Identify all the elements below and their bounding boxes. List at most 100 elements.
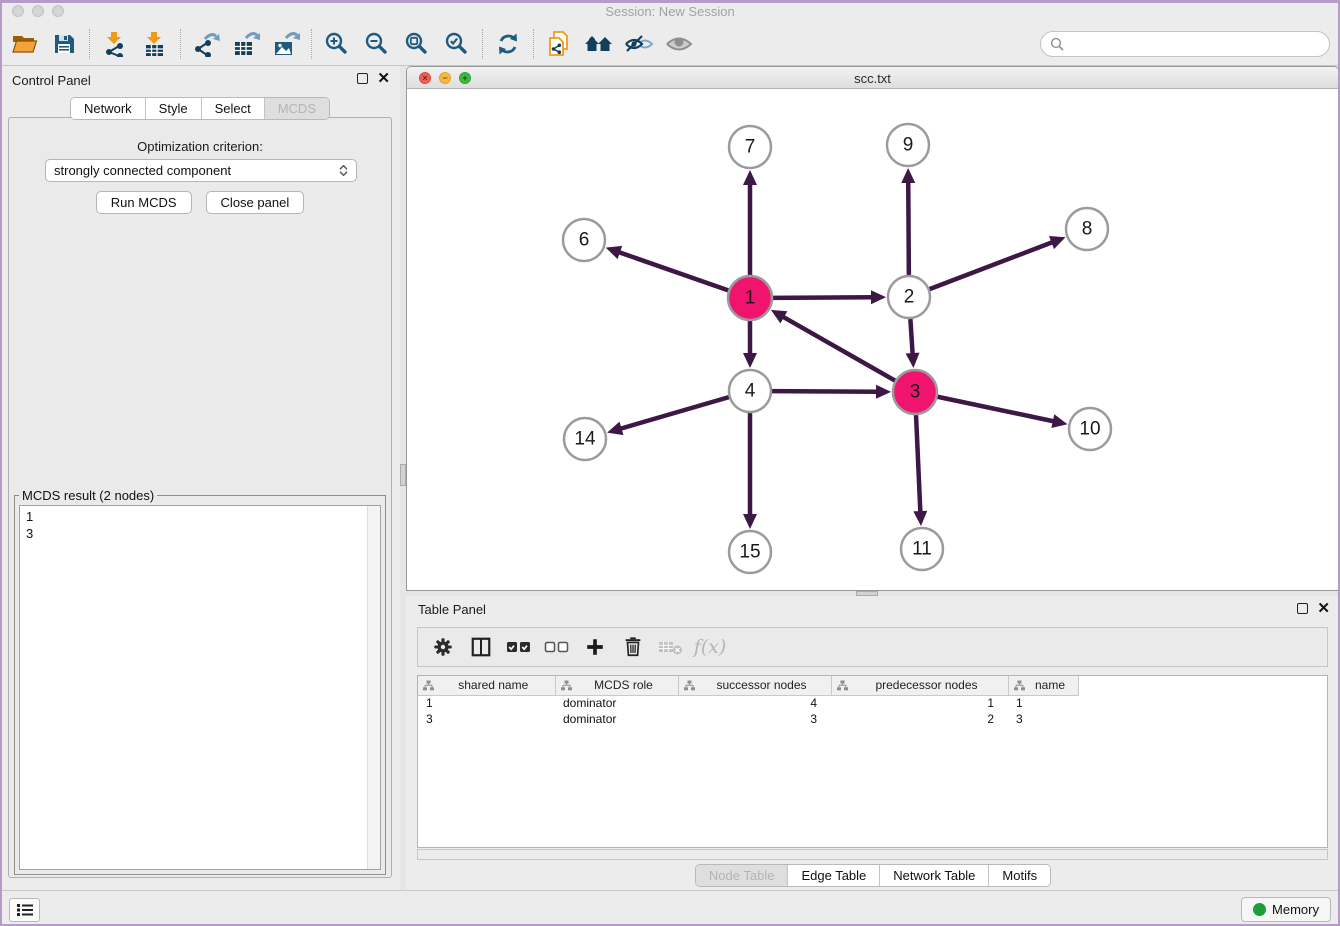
zoom-in-icon[interactable] <box>317 26 357 62</box>
tab-network[interactable]: Network <box>71 98 145 119</box>
table-row[interactable]: 1dominator411 <box>418 695 1078 711</box>
table-cell[interactable]: 1 <box>1008 695 1078 711</box>
close-window-button[interactable]: × <box>12 5 24 17</box>
task-history-button[interactable] <box>9 898 40 922</box>
column-header-name[interactable]: name <box>1008 676 1078 695</box>
table-cell[interactable]: 3 <box>418 711 555 727</box>
graph-edge-1-2[interactable] <box>773 297 874 298</box>
result-scrollbar[interactable] <box>367 506 380 869</box>
export-image-icon[interactable] <box>266 26 306 62</box>
close-panel-button[interactable]: Close panel <box>206 191 305 214</box>
graph-edge-2-9[interactable] <box>908 180 909 275</box>
search-area <box>1040 31 1330 57</box>
main-toolbar <box>0 22 1340 66</box>
table-cell[interactable]: 1 <box>418 695 555 711</box>
save-session-icon[interactable] <box>44 26 84 62</box>
function-builder-icon[interactable]: f(x) <box>692 631 726 663</box>
import-network-icon[interactable] <box>95 26 135 62</box>
open-session-icon[interactable] <box>4 26 44 62</box>
graph-edge-3-10[interactable] <box>938 397 1056 422</box>
zoom-out-icon[interactable] <box>357 26 397 62</box>
network-minimize-button[interactable]: − <box>439 72 451 84</box>
export-network-icon[interactable] <box>186 26 226 62</box>
graph-edge-4-3[interactable] <box>772 391 879 392</box>
network-close-button[interactable]: × <box>419 72 431 84</box>
tab-node-table[interactable]: Node Table <box>696 865 788 886</box>
refresh-icon[interactable] <box>488 26 528 62</box>
table-cell[interactable]: dominator <box>555 695 678 711</box>
close-panel-icon[interactable]: ✕ <box>377 73 390 84</box>
network-maximize-button[interactable]: + <box>459 72 471 84</box>
close-panel-icon[interactable]: ✕ <box>1317 603 1330 614</box>
column-header-predecessor-nodes[interactable]: predecessor nodes <box>831 676 1008 695</box>
zoom-selected-icon[interactable] <box>437 26 477 62</box>
optimization-criterion-select[interactable]: strongly connected component <box>45 159 357 182</box>
table-horizontal-scrollbar[interactable] <box>417 849 1328 860</box>
graph-edge-1-6[interactable] <box>617 252 728 291</box>
run-mcds-button[interactable]: Run MCDS <box>96 191 192 214</box>
tab-motifs[interactable]: Motifs <box>988 865 1050 886</box>
select-all-columns-icon[interactable] <box>502 631 536 663</box>
tab-style[interactable]: Style <box>145 98 201 119</box>
application-window: Session: New Session × − + <box>0 0 1340 926</box>
hide-selected-icon[interactable] <box>619 26 659 62</box>
tab-mcds[interactable]: MCDS <box>264 98 329 119</box>
column-visibility-icon[interactable] <box>464 631 498 663</box>
toolbar-separator <box>533 29 534 59</box>
memory-button[interactable]: Memory <box>1241 897 1331 922</box>
table-cell[interactable]: 3 <box>1008 711 1078 727</box>
column-header-mcds-role[interactable]: MCDS role <box>555 676 678 695</box>
mcds-result-list[interactable]: 1 3 <box>19 505 381 870</box>
first-neighbors-icon[interactable] <box>579 26 619 62</box>
zoom-fit-icon[interactable] <box>397 26 437 62</box>
table-cell[interactable]: dominator <box>555 711 678 727</box>
search-input[interactable] <box>1070 36 1320 51</box>
minimize-window-button[interactable]: − <box>32 5 44 17</box>
mcds-panel: Optimization criterion: strongly connect… <box>8 117 392 878</box>
mcds-result-values: 1 3 <box>20 506 380 544</box>
network-window-titlebar[interactable]: × − + scc.txt <box>407 67 1338 89</box>
graph-edge-arrowhead <box>743 170 757 185</box>
tab-select[interactable]: Select <box>201 98 264 119</box>
graph-edge-arrowhead <box>743 353 757 368</box>
dropdown-stepper-icon <box>339 165 348 176</box>
settings-gear-icon[interactable] <box>426 631 460 663</box>
tab-network-table[interactable]: Network Table <box>879 865 988 886</box>
column-header-shared-name[interactable]: shared name <box>418 676 555 695</box>
tab-edge-table[interactable]: Edge Table <box>787 865 879 886</box>
graph-node-label: 4 <box>745 381 756 402</box>
graph-edge-2-8[interactable] <box>930 241 1055 289</box>
show-all-icon[interactable] <box>659 26 699 62</box>
delete-table-icon[interactable] <box>654 631 688 663</box>
node-table: shared nameMCDS rolesuccessor nodesprede… <box>417 675 1328 848</box>
memory-label: Memory <box>1272 902 1319 917</box>
deselect-all-columns-icon[interactable] <box>540 631 574 663</box>
zoom-window-button[interactable]: + <box>52 5 64 17</box>
graph-node-label: 9 <box>903 135 914 156</box>
network-canvas[interactable]: 7968124314101511 <box>407 89 1338 590</box>
column-header-successor-nodes[interactable]: successor nodes <box>678 676 831 695</box>
delete-column-icon[interactable] <box>616 631 650 663</box>
graph-edge-3-11[interactable] <box>916 415 920 514</box>
graph-edge-4-14[interactable] <box>619 397 729 429</box>
graph-node-label: 3 <box>910 382 921 403</box>
toolbar-separator <box>89 29 90 59</box>
table-cell[interactable]: 2 <box>831 711 1008 727</box>
window-title: Session: New Session <box>0 4 1340 19</box>
graph-edge-2-3[interactable] <box>910 319 912 356</box>
graph-edge-3-1[interactable] <box>781 316 895 381</box>
float-panel-icon[interactable] <box>1297 603 1308 614</box>
window-controls: × − + <box>12 5 64 17</box>
float-panel-icon[interactable] <box>357 73 368 84</box>
table-row[interactable]: 3dominator323 <box>418 711 1078 727</box>
add-column-icon[interactable] <box>578 631 612 663</box>
table-panel-title: Table Panel <box>418 602 486 617</box>
table-cell[interactable]: 4 <box>678 695 831 711</box>
search-field[interactable] <box>1040 31 1330 57</box>
import-table-icon[interactable] <box>135 26 175 62</box>
table-cell[interactable]: 3 <box>678 711 831 727</box>
table-cell[interactable]: 1 <box>831 695 1008 711</box>
graph-node-label: 1 <box>745 288 756 309</box>
new-network-from-selection-icon[interactable] <box>539 26 579 62</box>
export-table-icon[interactable] <box>226 26 266 62</box>
